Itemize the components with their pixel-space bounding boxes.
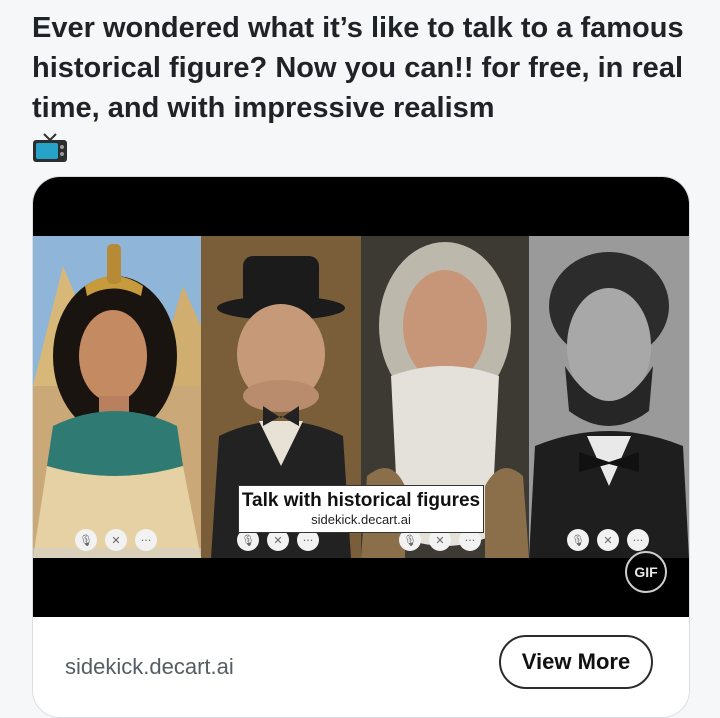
caption-subtitle: sidekick.decart.ai (311, 512, 411, 527)
link-card-footer: sidekick.decart.ai View More (33, 617, 689, 717)
post-text-block: Ever wondered what it’s like to talk to … (32, 8, 702, 175)
gif-badge[interactable]: GIF (625, 551, 667, 593)
television-icon (32, 132, 68, 175)
mic-icon[interactable]: 🎙 (567, 529, 589, 551)
video-controls-4: 🎙 ✕ ··· (567, 529, 649, 551)
link-domain[interactable]: sidekick.decart.ai (65, 654, 234, 680)
view-more-button[interactable]: View More (499, 635, 653, 689)
close-icon[interactable]: ✕ (597, 529, 619, 551)
more-icon[interactable]: ··· (627, 529, 649, 551)
video-controls-1: 🎙 ✕ ··· (75, 529, 157, 551)
cleopatra-portrait (33, 236, 201, 558)
link-card[interactable]: 🎙 ✕ ··· 🎙 ✕ ··· 🎙 ✕ ··· 🎙 ✕ ··· Talk wit… (32, 176, 690, 718)
caption-title: Talk with historical figures (241, 490, 481, 511)
lincoln-portrait (529, 236, 689, 558)
media-caption: Talk with historical figures sidekick.de… (238, 485, 484, 533)
post-text: Ever wondered what it’s like to talk to … (32, 12, 684, 124)
more-icon[interactable]: ··· (135, 529, 157, 551)
close-icon[interactable]: ✕ (105, 529, 127, 551)
mic-icon[interactable]: 🎙 (75, 529, 97, 551)
media-gif[interactable]: 🎙 ✕ ··· 🎙 ✕ ··· 🎙 ✕ ··· 🎙 ✕ ··· Talk wit… (33, 177, 689, 617)
